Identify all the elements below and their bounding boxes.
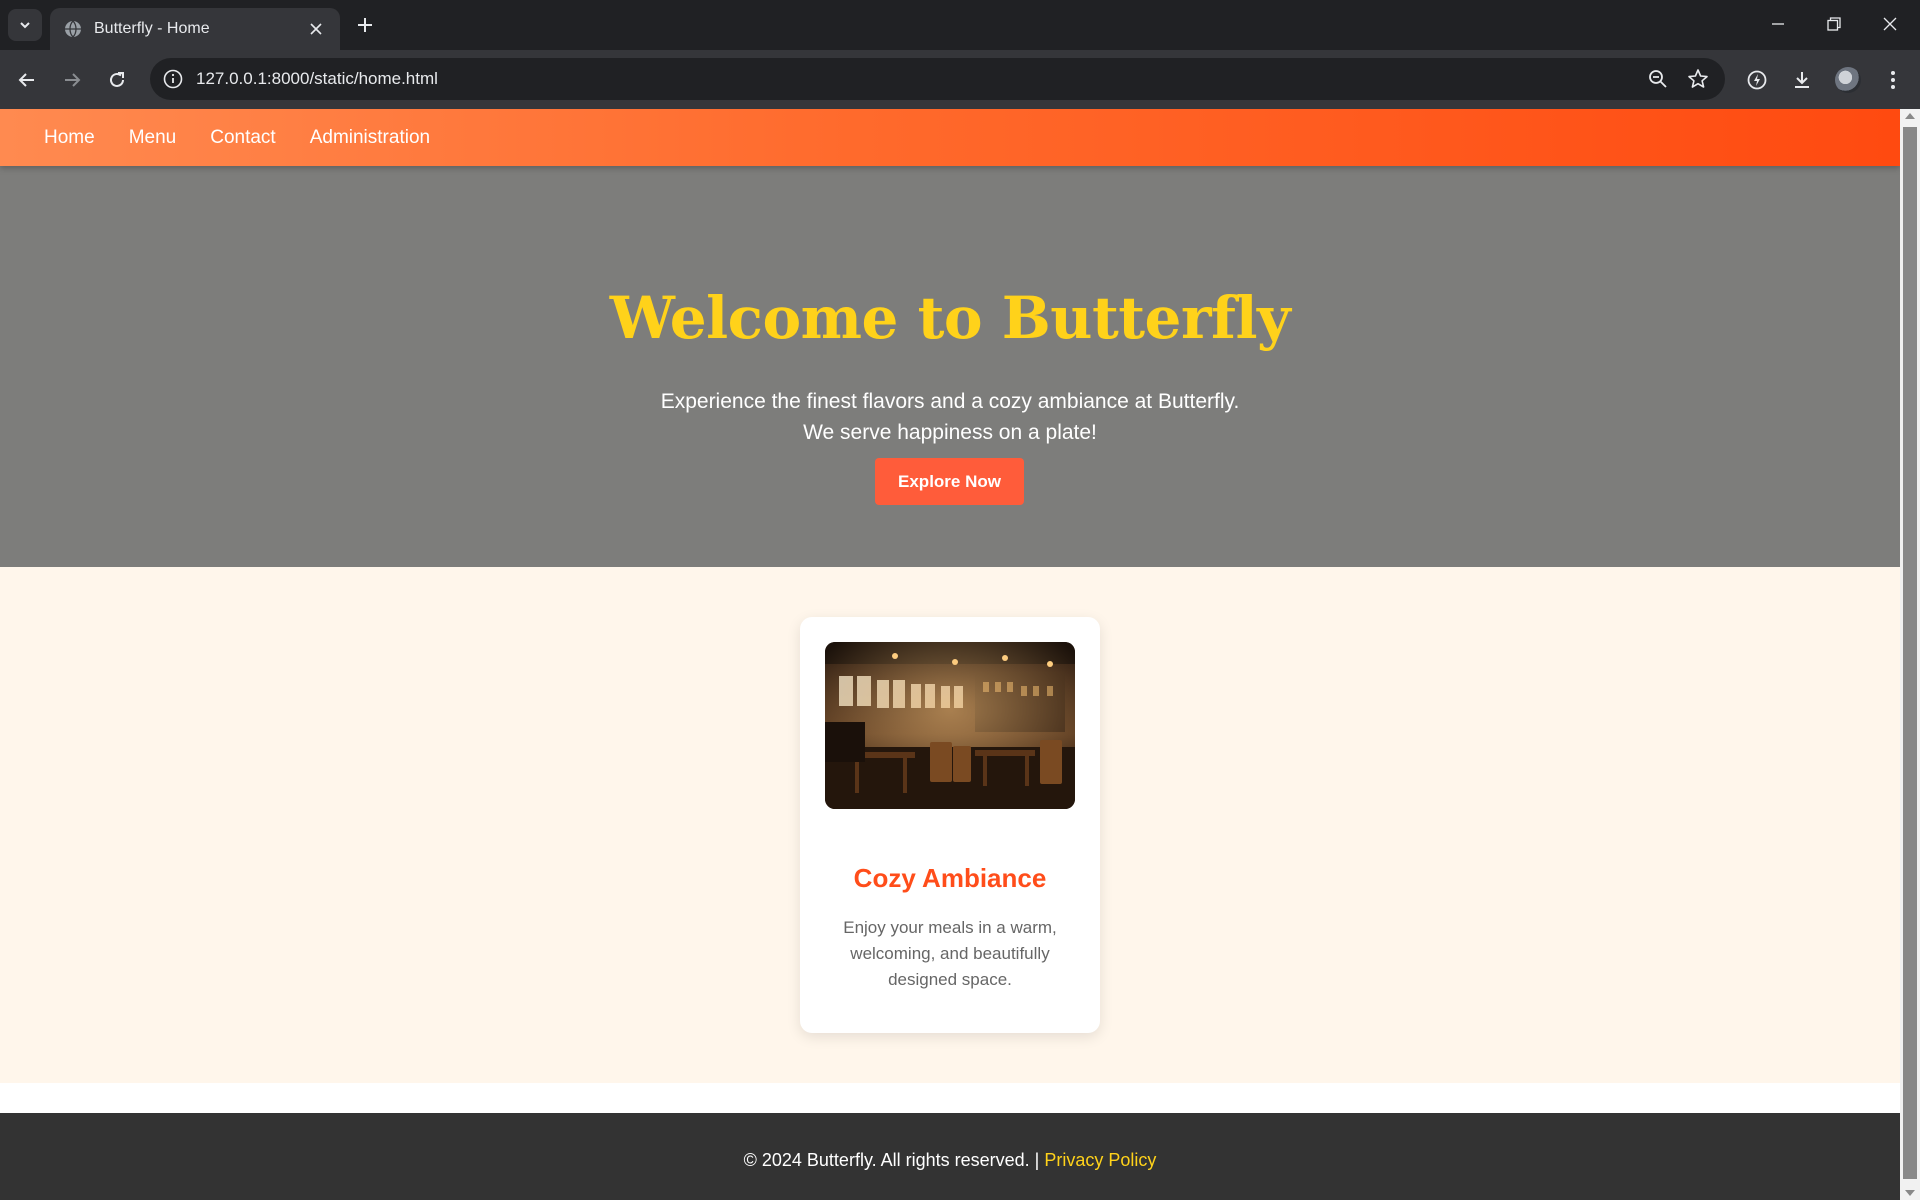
tab-title: Butterfly - Home [94,20,210,37]
more-vertical-icon [1891,71,1895,89]
browser-menu-button[interactable] [1877,64,1909,96]
extension-button[interactable] [1741,64,1773,96]
feature-card-description: Enjoy your meals in a warm, welcoming, a… [843,918,1057,989]
nav-link-menu[interactable]: Menu [129,127,177,149]
profile-avatar[interactable] [1835,67,1861,93]
browser-tab-strip: Butterfly - Home [0,0,1920,50]
scroll-down-arrow[interactable] [1905,1190,1915,1196]
plus-icon [358,18,372,32]
bookmark-star-icon[interactable] [1687,68,1709,90]
footer-text: © 2024 Butterfly. All rights reserved. |… [0,1150,1900,1171]
site-navbar: Home Menu Contact Administration [0,109,1900,166]
site-info-icon[interactable] [162,68,184,90]
minimize-icon [1772,23,1784,25]
scroll-up-arrow[interactable] [1905,113,1915,119]
hero-tagline-line1: Experience the finest flavors and a cozy… [660,390,1240,413]
explore-now-button[interactable]: Explore Now [875,458,1024,505]
speed-icon [1747,70,1767,90]
address-bar[interactable]: 127.0.0.1:8000/static/home.html [150,58,1725,100]
restore-button[interactable] [1814,8,1854,40]
download-icon [1795,72,1809,88]
tab-search-button[interactable] [8,9,42,41]
tab-close-icon[interactable] [306,19,326,39]
globe-icon [65,20,81,38]
privacy-policy-link[interactable]: Privacy Policy [1044,1150,1156,1170]
close-icon [1883,17,1897,31]
page-scrollbar[interactable] [1900,109,1920,1200]
site-footer: © 2024 Butterfly. All rights reserved. |… [0,1113,1900,1200]
forward-button[interactable] [56,64,88,96]
minimize-button[interactable] [1758,8,1798,40]
restaurant-interior-image [825,642,1075,809]
restore-icon [1827,17,1841,31]
hero-tagline: Experience the finest flavors and a cozy… [0,386,1900,448]
hero-section: Welcome to Butterfly Experience the fine… [0,166,1900,567]
reload-button[interactable] [101,64,133,96]
browser-tab-active[interactable]: Butterfly - Home [50,8,340,50]
chevron-down-icon [20,22,30,29]
arrow-right-icon [65,73,81,87]
feature-card-title: Cozy Ambiance [853,863,1047,893]
reload-icon [110,72,124,87]
nav-link-administration[interactable]: Administration [310,127,430,149]
footer-copyright: © 2024 Butterfly. All rights reserved. | [743,1150,1045,1170]
zoom-icon[interactable] [1647,68,1669,90]
new-tab-button[interactable] [352,12,378,38]
hero-title: Welcome to Butterfly [609,284,1291,352]
nav-link-contact[interactable]: Contact [210,127,275,149]
downloads-button[interactable] [1786,64,1818,96]
section-spacer [0,1083,1900,1113]
feature-card: Cozy Ambiance Enjoy your meals in a warm… [800,617,1100,1033]
url-text[interactable]: 127.0.0.1:8000/static/home.html [196,69,438,89]
features-section: Cozy Ambiance Enjoy your meals in a warm… [0,567,1900,1083]
browser-toolbar: 127.0.0.1:8000/static/home.html [0,50,1920,109]
arrow-left-icon [18,73,34,87]
page-viewport: Home Menu Contact Administration Welcome… [0,109,1900,1200]
hero-tagline-line2: We serve happiness on a plate! [803,421,1097,444]
scrollbar-thumb[interactable] [1903,127,1917,1179]
nav-link-home[interactable]: Home [44,127,95,149]
back-button[interactable] [11,64,43,96]
close-window-button[interactable] [1870,8,1910,40]
